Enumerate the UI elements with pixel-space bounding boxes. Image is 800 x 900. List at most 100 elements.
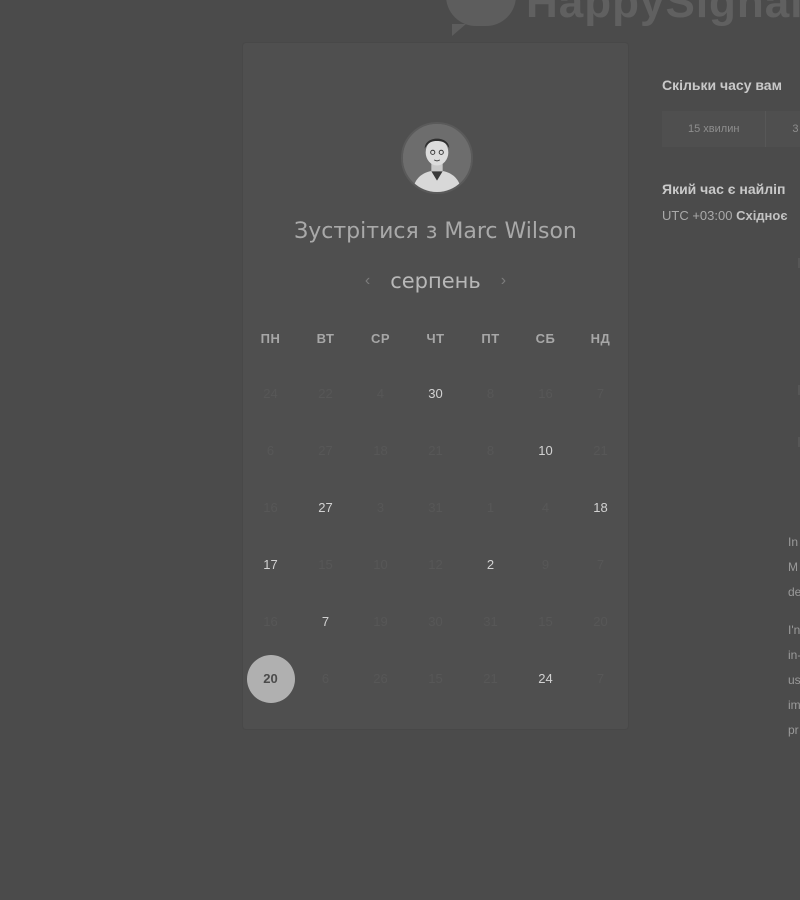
- calendar-day-number: 30: [428, 614, 443, 629]
- calendar-day-number: 21: [428, 443, 443, 458]
- calendar-day[interactable]: 30: [408, 365, 463, 422]
- calendar-day-number: 31: [483, 614, 498, 629]
- calendar-day-number: 15: [318, 557, 333, 572]
- calendar-day-number: 4: [376, 386, 385, 401]
- calendar-day-number: 24: [538, 671, 553, 686]
- calendar-card: Зустрітися з Marc Wilson ‹ серпень › ПН В…: [243, 43, 628, 729]
- weekday-label: ВТ: [316, 331, 335, 346]
- month-navigator: ‹ серпень ›: [243, 269, 628, 293]
- calendar-day-number: 30: [428, 386, 443, 401]
- duration-options: 15 хвилин 3: [662, 111, 800, 147]
- calendar-day-number: 21: [593, 443, 608, 458]
- calendar-day: 31: [463, 593, 518, 650]
- calendar-day-number: 4: [541, 500, 550, 515]
- calendar-day: 19: [353, 593, 408, 650]
- calendar-day[interactable]: 7: [298, 593, 353, 650]
- calendar-day: 22: [298, 365, 353, 422]
- calendar-day: 15: [298, 536, 353, 593]
- calendar-day: 3: [353, 479, 408, 536]
- calendar-day[interactable]: 24: [518, 650, 573, 707]
- calendar-day-number: 6: [321, 671, 330, 686]
- calendar-day-number: 20: [246, 654, 295, 703]
- calendar-day: 7: [573, 536, 628, 593]
- brand-bubble-icon: [446, 0, 516, 36]
- calendar-day: 18: [353, 422, 408, 479]
- calendar-day: 24: [243, 365, 298, 422]
- calendar-day-number: 7: [596, 557, 605, 572]
- calendar-day-number: 2: [486, 557, 495, 572]
- calendar-day: 30: [408, 593, 463, 650]
- calendar-day-number: 31: [428, 500, 443, 515]
- calendar-day: 6: [298, 650, 353, 707]
- calendar-day-number: 21: [483, 671, 498, 686]
- timezone-label[interactable]: UTC +03:00 Східноє: [662, 208, 788, 223]
- calendar-day-number: 7: [596, 386, 605, 401]
- calendar-day[interactable]: 2: [463, 536, 518, 593]
- calendar-day-number: 27: [318, 500, 333, 515]
- avatar: [401, 122, 473, 194]
- calendar-day[interactable]: 17: [243, 536, 298, 593]
- calendar-day[interactable]: 18: [573, 479, 628, 536]
- calendar-day-number: 27: [318, 443, 333, 458]
- calendar-day-number: 26: [373, 671, 388, 686]
- calendar-day-number: 9: [541, 557, 550, 572]
- calendar-day-number: 8: [486, 443, 495, 458]
- calendar-day: 15: [518, 593, 573, 650]
- calendar-day: 21: [408, 422, 463, 479]
- weekday-label: СБ: [535, 331, 556, 346]
- calendar-day-number: 18: [373, 443, 388, 458]
- weekday-label: СР: [370, 331, 391, 346]
- calendar-day-number: 18: [593, 500, 608, 515]
- calendar-day: 26: [353, 650, 408, 707]
- calendar-day-number: 3: [376, 500, 385, 515]
- description-paragraph-2: I'n in- us im pr: [788, 623, 800, 737]
- calendar-day: 16: [243, 593, 298, 650]
- calendar-day-number: 16: [263, 500, 278, 515]
- calendar-day[interactable]: 10: [518, 422, 573, 479]
- calendar-day-number: 10: [538, 443, 553, 458]
- calendar-day: 10: [353, 536, 408, 593]
- calendar-day: 6: [243, 422, 298, 479]
- weekday-label: ПН: [260, 331, 281, 346]
- calendar-day-number: 24: [263, 386, 278, 401]
- calendar-day: 4: [518, 479, 573, 536]
- calendar-day: 7: [573, 650, 628, 707]
- description-paragraph-1: In M de: [788, 535, 800, 599]
- calendar-day-number: 19: [373, 614, 388, 629]
- timezone-name: Східноє: [736, 208, 788, 223]
- duration-option-30[interactable]: 3: [766, 111, 800, 147]
- calendar-day-number: 10: [373, 557, 388, 572]
- calendar-day-number: 20: [593, 614, 608, 629]
- weekday-header: ПН ВТ СР ЧТ ПТ СБ НД: [243, 331, 628, 346]
- weekday-label: ПТ: [481, 331, 500, 346]
- booking-panel: Скільки часу вам 15 хвилин 3 Який час є …: [662, 0, 800, 900]
- calendar-day-number: 16: [263, 614, 278, 629]
- calendar-day: 21: [463, 650, 518, 707]
- calendar-day: 8: [463, 422, 518, 479]
- duration-option-15[interactable]: 15 хвилин: [662, 111, 767, 147]
- calendar-day-selected[interactable]: 20: [243, 650, 298, 707]
- person-icon: [403, 124, 471, 192]
- month-label: серпень: [390, 269, 481, 293]
- organizer-description: In M de I'n in- us im pr: [788, 530, 800, 756]
- calendar-day: 7: [573, 365, 628, 422]
- calendar-day: 9: [518, 536, 573, 593]
- day-grid: 24 22 4 30 8 16 7 6 27 18 21 8 10 21 16 27 3 31 1 4 18 17 15 10…: [243, 365, 628, 707]
- weekday-label: ЧТ: [426, 331, 445, 346]
- calendar-day-number: 7: [321, 614, 330, 629]
- calendar-day-number: 1: [486, 500, 495, 515]
- calendar-day-number: 7: [596, 671, 605, 686]
- calendar-day: 12: [408, 536, 463, 593]
- chevron-left-icon[interactable]: ‹: [361, 270, 374, 292]
- calendar-day-number: 22: [318, 386, 333, 401]
- calendar-day: 20: [573, 593, 628, 650]
- calendar-day-number: 15: [428, 671, 443, 686]
- meeting-title: Зустрітися з Marc Wilson: [294, 219, 577, 244]
- chevron-right-icon[interactable]: ›: [497, 270, 510, 292]
- calendar-day[interactable]: 27: [298, 479, 353, 536]
- calendar-day: 27: [298, 422, 353, 479]
- calendar-day-number: 12: [428, 557, 443, 572]
- calendar-day: 16: [518, 365, 573, 422]
- calendar-day: 1: [463, 479, 518, 536]
- calendar-day: 15: [408, 650, 463, 707]
